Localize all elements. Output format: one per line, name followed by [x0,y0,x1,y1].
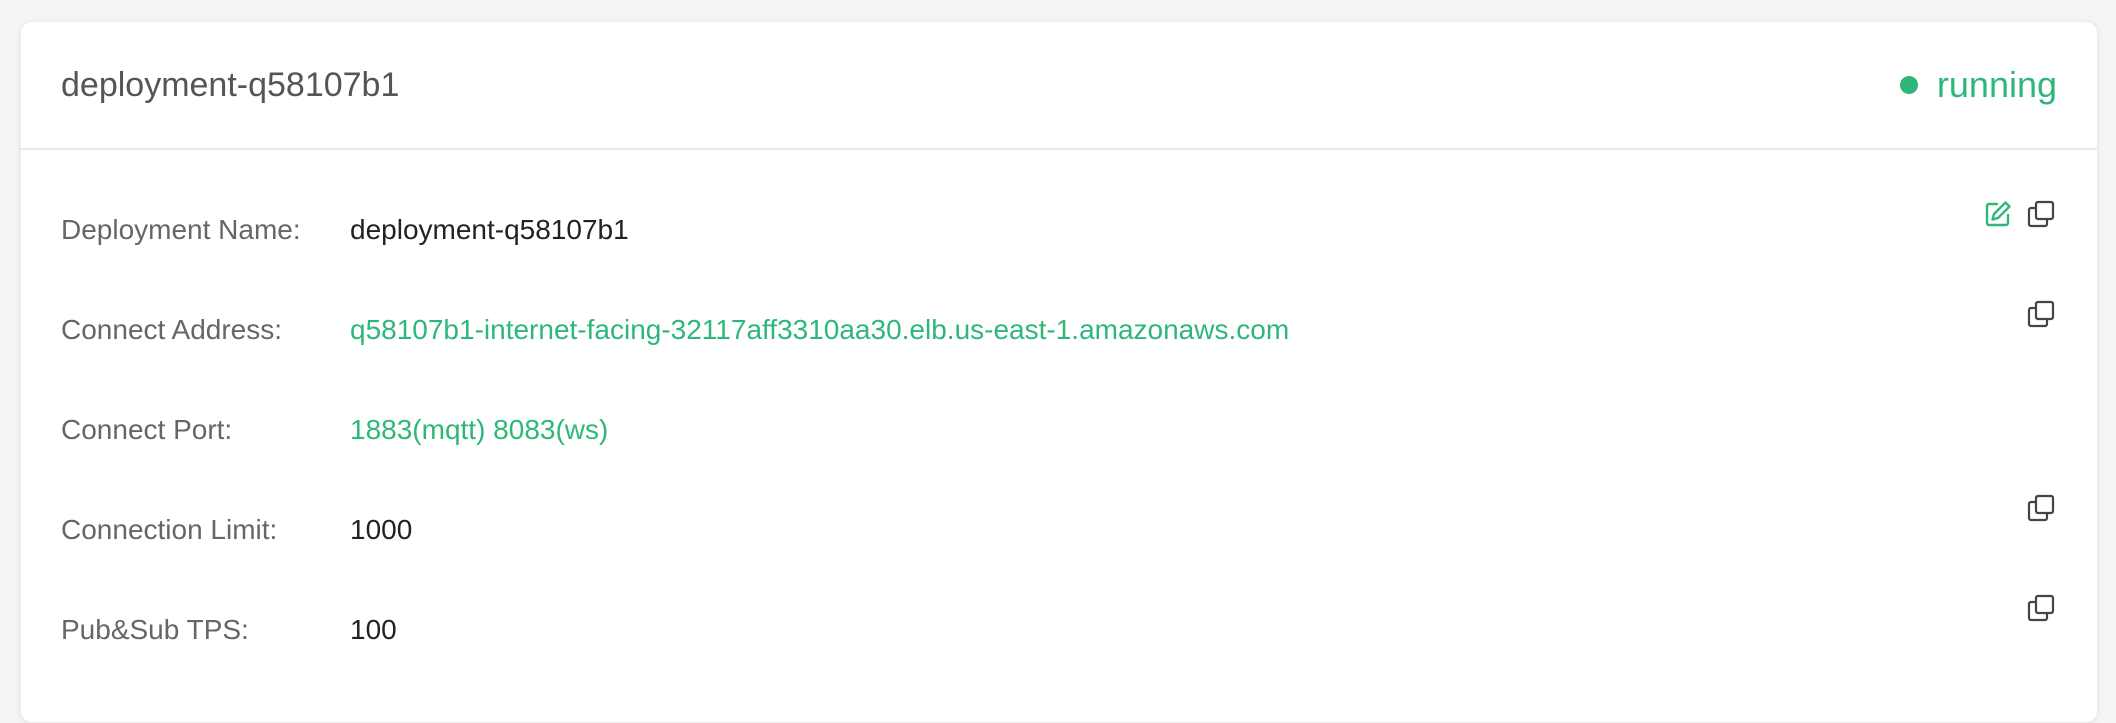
copy-icon[interactable] [2026,593,2056,623]
copy-icon[interactable] [2026,299,2056,329]
connection-limit-label: Connection Limit: [61,514,278,545]
connection-limit-value: 1000 [350,514,413,545]
connect-address-label: Connect Address: [61,314,283,345]
status-badge: running [1899,63,2057,107]
detail-row-connect-port: Connect Port: 1883(mqtt) 8083(ws) [21,400,2097,460]
deployment-name-label: Deployment Name: [61,214,301,245]
edit-icon[interactable] [1983,199,2013,229]
deployment-card: deployment-q58107b1 running Deployment N… [20,21,2098,723]
pubsub-tps-value: 100 [350,614,397,645]
detail-row-connection-limit: Connection Limit: 1000 [21,494,2097,560]
copy-icon[interactable] [2026,199,2056,229]
deployment-name-value: deployment-q58107b1 [350,214,629,245]
detail-row-connect-address: Connect Address: q58107b1-internet-facin… [21,300,2097,360]
deployment-title: deployment-q58107b1 [61,66,400,104]
status-dot-icon [1899,76,1918,94]
card-header: deployment-q58107b1 running [21,22,2097,150]
copy-icon[interactable] [2026,493,2056,523]
pubsub-tps-label: Pub&Sub TPS: [61,614,249,645]
status-text: running [1936,64,2057,105]
detail-row-pubsub-tps: Pub&Sub TPS: 100 [21,594,2097,660]
connect-port-value[interactable]: 1883(mqtt) 8083(ws) [350,400,608,460]
detail-row-deployment-name: Deployment Name: deployment-q58107b1 [21,200,2097,260]
connect-address-link[interactable]: q58107b1-internet-facing-32117aff3310aa3… [350,300,1289,360]
connect-port-label: Connect Port: [61,414,233,445]
